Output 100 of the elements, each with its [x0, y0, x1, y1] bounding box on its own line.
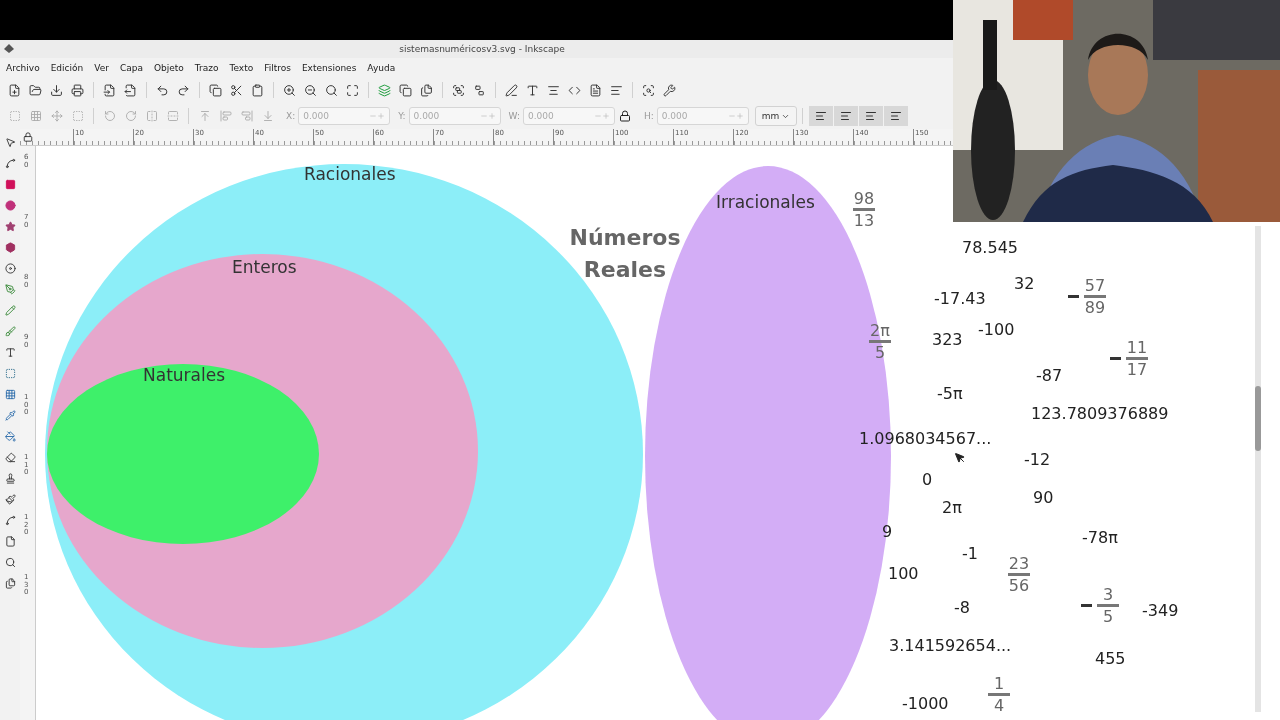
- menu-item[interactable]: Ver: [94, 62, 109, 73]
- print-icon[interactable]: [71, 83, 84, 97]
- fraction-bar: [1126, 357, 1148, 360]
- edit-icon[interactable]: [505, 83, 518, 97]
- menu-item[interactable]: Edición: [50, 62, 84, 73]
- number-label: -1000: [902, 694, 949, 713]
- menu-item[interactable]: Archivo: [6, 62, 40, 73]
- star-icon[interactable]: [4, 220, 16, 232]
- menu-item[interactable]: Extensiones: [301, 62, 357, 73]
- copy-icon[interactable]: [209, 83, 222, 97]
- eraser-icon[interactable]: [4, 451, 16, 463]
- circle-icon[interactable]: [4, 199, 16, 211]
- clone-icon[interactable]: [399, 83, 412, 97]
- number-label: -5π: [937, 384, 963, 403]
- text-tool-icon[interactable]: [4, 346, 16, 358]
- number-label: -17.43: [934, 289, 986, 308]
- diagram-title: Números Reales: [568, 224, 682, 284]
- app-logo-icon: [4, 44, 14, 54]
- numerator: 3: [1102, 585, 1114, 604]
- list-icon[interactable]: [610, 83, 623, 97]
- node-tool-icon[interactable]: [4, 157, 16, 169]
- pointer-icon[interactable]: [4, 136, 16, 148]
- zoom-fit-icon[interactable]: [346, 83, 359, 97]
- scale-option-button[interactable]: [859, 106, 884, 126]
- save-icon[interactable]: [50, 83, 63, 97]
- align-icon[interactable]: [547, 83, 560, 97]
- page-icon[interactable]: [4, 535, 16, 547]
- mesh-icon[interactable]: [4, 388, 16, 400]
- tools-icon[interactable]: [663, 83, 676, 97]
- dropper-icon[interactable]: [4, 409, 16, 421]
- zoom-in-icon[interactable]: [283, 83, 296, 97]
- lock-icon[interactable]: [619, 110, 632, 122]
- fraction-bar: [1084, 295, 1106, 298]
- cursor-icon: [954, 452, 966, 464]
- connector-icon[interactable]: [4, 514, 16, 526]
- lines-icon: [815, 110, 828, 122]
- pen-icon[interactable]: [4, 283, 16, 295]
- undo-icon[interactable]: [156, 83, 169, 97]
- denominator: 5: [1102, 607, 1114, 626]
- folder-icon[interactable]: [29, 83, 42, 97]
- numerator: 11: [1126, 338, 1148, 357]
- denominator: 5: [874, 343, 886, 362]
- lines-icon: [840, 110, 853, 122]
- pages-icon[interactable]: [4, 577, 16, 589]
- number-label: -78π: [1082, 528, 1118, 547]
- box-icon[interactable]: [4, 241, 16, 253]
- pencil-icon[interactable]: [4, 304, 16, 316]
- cut-icon[interactable]: [230, 83, 243, 97]
- zoom-icon[interactable]: [325, 83, 338, 97]
- bucket-icon[interactable]: [4, 430, 16, 442]
- numerator: 98: [853, 189, 875, 208]
- number-label: 9: [882, 522, 893, 541]
- numerator: 57: [1084, 276, 1106, 295]
- menu-item[interactable]: Trazo: [194, 62, 219, 73]
- number-label: -349: [1142, 601, 1179, 620]
- numerator: 2π: [870, 321, 890, 340]
- zoom-tool-icon[interactable]: [4, 556, 16, 568]
- field-label: H:: [643, 111, 654, 121]
- new-document-icon[interactable]: [8, 83, 21, 97]
- redo-icon[interactable]: [177, 83, 190, 97]
- rectangle-icon[interactable]: [4, 178, 16, 190]
- number-label: 455: [1095, 649, 1126, 668]
- scale-option-button[interactable]: [834, 106, 859, 126]
- menu-item[interactable]: Objeto: [153, 62, 184, 73]
- text-icon[interactable]: [526, 83, 539, 97]
- set-label: Naturales: [143, 365, 226, 385]
- scrollbar[interactable]: [1255, 226, 1261, 712]
- window-title: sistemasnuméricosv3.svg - Inkscape: [398, 44, 566, 54]
- number-label: 78.545: [962, 238, 1018, 257]
- denominator: 4: [993, 696, 1005, 715]
- number-label: 32: [1014, 274, 1035, 293]
- unit-dropdown[interactable]: mm: [754, 106, 798, 126]
- number-label: 0: [922, 470, 933, 489]
- number-label: 3.141592654...: [889, 636, 1012, 655]
- set-label: Racionales: [304, 164, 396, 184]
- menu-item[interactable]: Ayuda: [367, 62, 396, 73]
- document-icon[interactable]: [589, 83, 602, 97]
- fraction-bar: [1097, 604, 1119, 607]
- denominator: 17: [1126, 360, 1148, 379]
- denominator: 13: [853, 211, 875, 230]
- menu-item[interactable]: Capa: [119, 62, 143, 73]
- export-icon[interactable]: [124, 83, 137, 97]
- scale-option-button[interactable]: [884, 106, 909, 126]
- number-label: -8: [954, 598, 970, 617]
- scale-option-button[interactable]: [809, 106, 834, 126]
- menu-item[interactable]: Filtros: [264, 62, 291, 73]
- lines-icon: [865, 110, 878, 122]
- field-label: X:: [286, 111, 296, 121]
- number-label: -87: [1036, 366, 1063, 385]
- menu-item[interactable]: Texto: [229, 62, 254, 73]
- brush-icon[interactable]: [4, 325, 16, 337]
- number-label: -12: [1024, 450, 1051, 469]
- lock-icon[interactable]: [23, 132, 33, 142]
- import-icon[interactable]: [103, 83, 116, 97]
- number-label: -1: [962, 544, 978, 563]
- zoom-out-icon[interactable]: [304, 83, 317, 97]
- set-label: Irracionales: [716, 192, 815, 212]
- scrollbar-thumb[interactable]: [1255, 386, 1261, 451]
- paste-icon[interactable]: [251, 83, 264, 97]
- number-label: 123.7809376889: [1031, 404, 1169, 423]
